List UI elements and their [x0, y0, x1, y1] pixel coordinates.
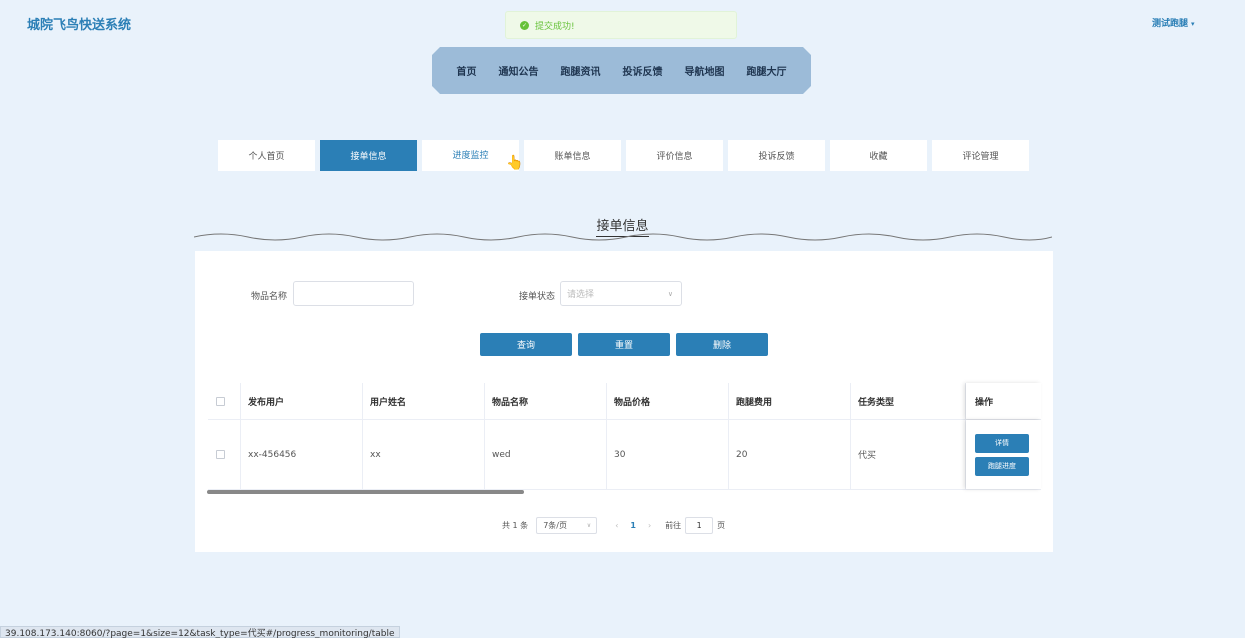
select-all-cell	[208, 383, 241, 419]
user-menu[interactable]: 测试跑腿 ▾	[1152, 16, 1195, 29]
tab-reviews[interactable]: 评价信息	[626, 140, 723, 171]
reset-button[interactable]: 重置	[578, 333, 670, 356]
success-toast: ✓ 提交成功!	[505, 11, 737, 39]
order-status-placeholder: 请选择	[567, 290, 595, 300]
nav-item-hall[interactable]: 跑腿大厅	[747, 63, 787, 78]
row-checkbox[interactable]	[216, 450, 225, 459]
col-actions: 操作	[966, 383, 1041, 419]
toast-message: 提交成功!	[535, 21, 575, 32]
nav-item-news[interactable]: 跑腿资讯	[561, 63, 601, 78]
user-menu-label: 测试跑腿	[1152, 19, 1189, 29]
total-count: 共 1 条	[502, 521, 529, 530]
browser-status-url: 39.108.173.140:8060/?page=1&size=12&task…	[0, 626, 400, 638]
page-size-value: 7条/页	[543, 521, 567, 530]
tab-bills[interactable]: 账单信息	[524, 140, 621, 171]
chevron-down-icon: ∨	[586, 522, 592, 529]
pagination: 共 1 条 7条/页 ∨ ‹ 1 › 前往 1 页	[502, 517, 725, 534]
col-publisher: 发布用户	[241, 383, 363, 419]
cell-actions: 详情 跑腿进度	[966, 420, 1041, 489]
page-size-select[interactable]: 7条/页 ∨	[536, 517, 598, 534]
nav-item-home[interactable]: 首页	[457, 63, 477, 78]
row-select-cell	[208, 420, 241, 489]
col-item-name: 物品名称	[485, 383, 607, 419]
center-tabs: 个人首页 接单信息 进度监控 账单信息 评价信息 投诉反馈 收藏 评论管理	[218, 140, 1029, 171]
prev-page-icon[interactable]: ‹	[615, 521, 618, 530]
cell-item-price: 30	[607, 420, 729, 489]
delete-button[interactable]: 删除	[676, 333, 768, 356]
cell-task-type: 代买	[851, 420, 966, 489]
nav-item-map[interactable]: 导航地图	[685, 63, 725, 78]
query-button[interactable]: 查询	[480, 333, 572, 356]
col-user-name: 用户姓名	[363, 383, 485, 419]
nav-item-complaints[interactable]: 投诉反馈	[623, 63, 663, 78]
tab-favorites[interactable]: 收藏	[830, 140, 927, 171]
goto-label: 前往	[665, 521, 682, 530]
cell-fee: 20	[729, 420, 851, 489]
chevron-down-icon: ▾	[1191, 20, 1195, 28]
wave-divider	[194, 233, 1052, 241]
col-task-type: 任务类型	[851, 383, 966, 419]
top-navigation: 首页 通知公告 跑腿资讯 投诉反馈 导航地图 跑腿大厅	[432, 47, 811, 94]
check-circle-icon: ✓	[520, 20, 529, 30]
table-header-row: 发布用户 用户姓名 物品名称 物品价格 跑腿费用 任务类型 操作	[208, 383, 1041, 420]
nav-item-notices[interactable]: 通知公告	[499, 63, 539, 78]
tab-profile[interactable]: 个人首页	[218, 140, 315, 171]
item-name-label: 物品名称	[251, 292, 288, 302]
page-suffix: 页	[717, 521, 726, 530]
tab-complaints[interactable]: 投诉反馈	[728, 140, 825, 171]
detail-button[interactable]: 详情	[975, 433, 1029, 453]
order-status-label: 接单状态	[519, 292, 556, 302]
tab-progress[interactable]: 进度监控	[422, 140, 519, 171]
app-logo[interactable]: 城院飞鸟快送系统	[27, 14, 131, 33]
tab-orders[interactable]: 接单信息	[320, 140, 417, 171]
chevron-down-icon: ∨	[667, 289, 673, 298]
select-all-checkbox[interactable]	[216, 396, 225, 406]
next-page-icon[interactable]: ›	[648, 521, 651, 530]
item-name-input[interactable]	[293, 281, 414, 306]
col-item-price: 物品价格	[607, 383, 729, 419]
tab-comments[interactable]: 评论管理	[932, 140, 1029, 171]
cell-publisher: xx-456456	[241, 420, 363, 489]
order-status-select[interactable]: 请选择 ∨	[560, 281, 682, 306]
progress-button[interactable]: 跑腿进度	[975, 456, 1029, 476]
hand-cursor-icon: 👆	[506, 155, 524, 171]
horizontal-scrollbar[interactable]	[207, 490, 524, 494]
cell-user-name: xx	[363, 420, 485, 489]
col-fee: 跑腿费用	[729, 383, 851, 419]
goto-page-input[interactable]: 1	[685, 517, 714, 534]
table-row: xx-456456 xx wed 30 20 代买 详情 跑腿进度	[208, 420, 1041, 490]
orders-table: 发布用户 用户姓名 物品名称 物品价格 跑腿费用 任务类型 操作 xx-4564…	[208, 383, 1041, 490]
page-number-current[interactable]: 1	[630, 521, 636, 530]
cell-item-name: wed	[485, 420, 607, 489]
